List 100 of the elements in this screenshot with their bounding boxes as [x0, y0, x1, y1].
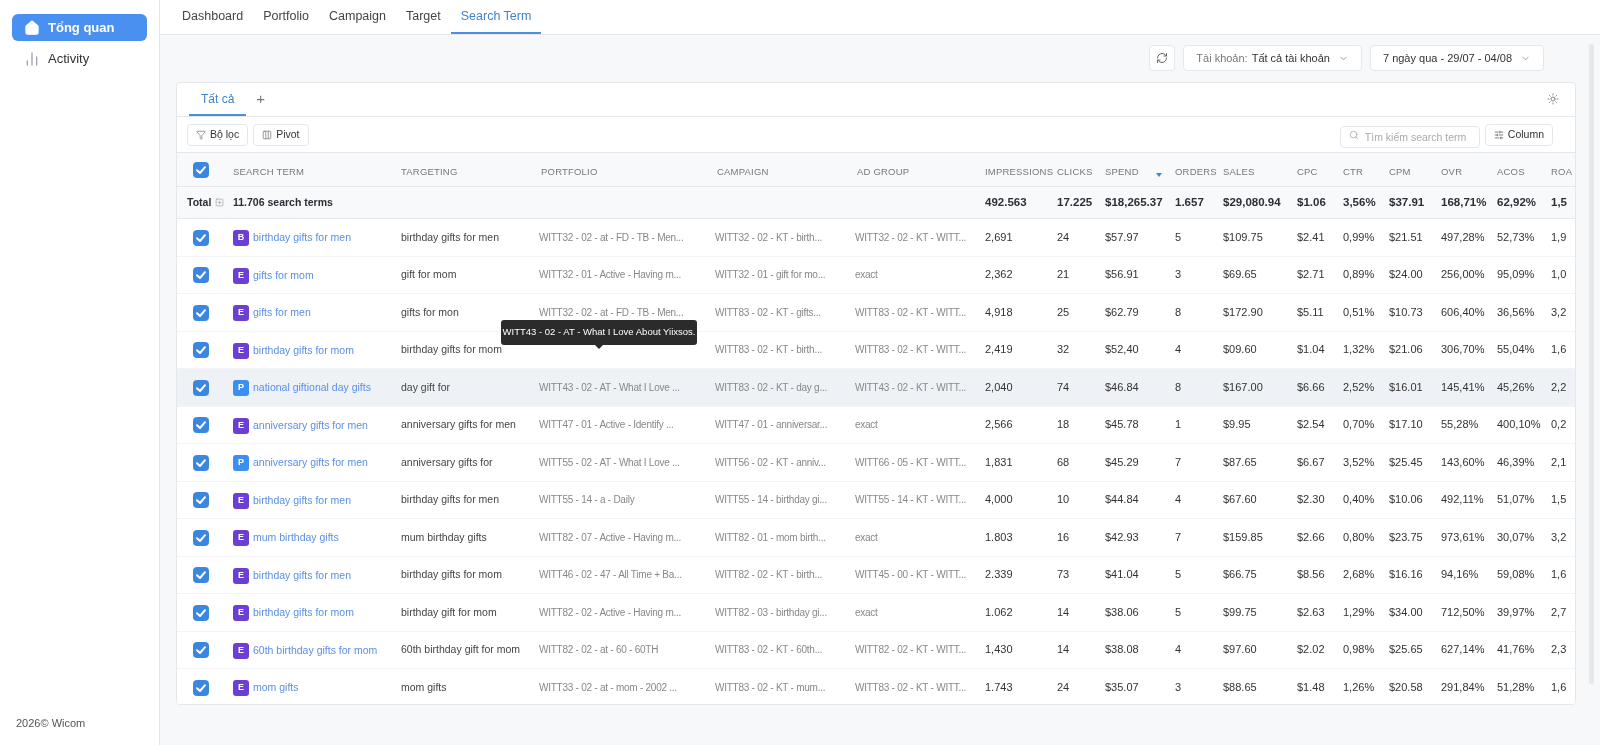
- table-cell: 41,76%: [1497, 643, 1535, 656]
- column-header[interactable]: AD GROUP: [857, 164, 910, 179]
- checkbox[interactable]: [193, 529, 209, 546]
- checkbox[interactable]: [193, 454, 209, 471]
- table-cell: WITT66 - 05 - KT - WITT...: [855, 456, 967, 468]
- search-term-link[interactable]: gifts for men: [253, 305, 311, 321]
- table-cell: 627,14%: [1441, 643, 1485, 656]
- pivot-button[interactable]: Pivot: [253, 123, 309, 146]
- table-cell: 712,50%: [1441, 605, 1485, 618]
- table-cell: $52,40: [1105, 343, 1139, 356]
- search-term-link[interactable]: mom gifts: [253, 680, 299, 696]
- total-cell: $37.91: [1389, 195, 1425, 208]
- column-header[interactable]: CLICKS: [1057, 164, 1093, 179]
- column-header[interactable]: SPEND: [1105, 164, 1139, 179]
- table-cell: WITT83 - 02 - KT - WITT...: [855, 681, 967, 693]
- search-term-link[interactable]: national giftional day gifts: [253, 380, 371, 396]
- checkbox[interactable]: [193, 267, 209, 284]
- table-cell: 5: [1175, 568, 1182, 581]
- search-term-link[interactable]: birthday gifts for men: [253, 230, 352, 246]
- table-cell: WITT55 - 14 - KT - WITT...: [855, 494, 967, 506]
- column-header[interactable]: ORDERS: [1175, 164, 1217, 179]
- table-row[interactable]: E mom gifts mom gifts WITT33 - 02 - at - mom - 2002 ... WITT83 - 02 - KT - mum... WITT83 - 02 - KT - WITT... 1.743 24 $35.07 3 $88.65 $1.48 1,26% $20.58 291,84% 51,28% 1,6: [177, 668, 1575, 704]
- table-row[interactable]: E gifts for mom gift for mom WITT32 - 01 - Active - Having m... WITT32 - 01 - gift for mo... exact 2,362 21 $56.91 3 $69.65 $2.71 0,89% $24.00 256,00% 95,09% 1,0: [177, 256, 1575, 294]
- search-term-link[interactable]: anniversary gifts for men: [253, 417, 368, 434]
- column-header[interactable]: TARGETING: [401, 164, 458, 179]
- add-tab-button[interactable]: +: [246, 83, 276, 116]
- table-cell: 0,51%: [1343, 305, 1375, 318]
- table-cell: $99.75: [1223, 605, 1257, 618]
- table-cell: 2.339: [985, 568, 1013, 581]
- column-button[interactable]: Column: [1484, 123, 1553, 146]
- table-cell: 51,07%: [1497, 493, 1535, 506]
- table-cell: 25: [1057, 305, 1070, 318]
- column-header[interactable]: CPC: [1297, 164, 1318, 179]
- search-term-link[interactable]: birthday gifts for men: [253, 567, 352, 584]
- column-header[interactable]: ACOS: [1497, 164, 1525, 179]
- nav-tab[interactable]: Portfolio: [253, 0, 319, 34]
- checkbox[interactable]: [193, 604, 209, 621]
- view-tab[interactable]: Tất cả: [189, 83, 247, 116]
- table-cell: 74: [1057, 380, 1070, 393]
- checkbox[interactable]: [193, 379, 209, 396]
- match-type-badge: E: [233, 342, 249, 359]
- column-header[interactable]: CPM: [1389, 164, 1411, 179]
- column-header[interactable]: CTR: [1343, 164, 1364, 179]
- sort-icon[interactable]: [1155, 171, 1163, 179]
- table-cell: 73: [1057, 568, 1070, 581]
- column-header[interactable]: CAMPAIGN: [717, 164, 769, 179]
- checkbox[interactable]: [193, 492, 209, 509]
- checkbox[interactable]: [193, 679, 209, 696]
- refresh-button[interactable]: [1149, 45, 1176, 71]
- search-term-link[interactable]: mum birthday gifts: [253, 530, 339, 546]
- settings-icon[interactable]: [1547, 93, 1559, 105]
- table-cell: 3: [1175, 680, 1182, 693]
- column-header[interactable]: IMPRESSIONS: [985, 164, 1054, 179]
- match-type-badge: E: [233, 417, 249, 434]
- table-row[interactable]: E birthday gifts for men birthday gifts for mom WITT46 - 02 - 47 - All Time + Ba... WITT82 - 02 - KT - birth... WITT45 - 00 - KT - WITT... 2.339 73 $41.04 5 $66.75 $8.56 2,68% $16.16 94,16% 59,08% 1,6: [177, 556, 1575, 594]
- table-row[interactable]: E anniversary gifts for men anniversary gifts for men WITT47 - 01 - Active - Identify ... WITT47 - 01 - anniversar... exact 2,566 18 $45.78 1 $9.95 $2.54 0,70% $17.10 55,28% 400,10% 0,2: [177, 406, 1575, 444]
- nav-tab[interactable]: Search Term: [450, 0, 542, 34]
- search-term-link[interactable]: anniversary gifts for men: [253, 455, 368, 471]
- table-row[interactable]: E birthday gifts for mom birthday gift for mom WITT82 - 02 - Active - Having m... WITT82 - 03 - birthday gi... exact 1.062 14 $38.06 5 $99.75 $2.63 1,29% $34.00 712,50% 39,97% 2,7: [177, 593, 1575, 631]
- account-dropdown[interactable]: Tài khoản: Tất cả tài khoản: [1183, 45, 1362, 71]
- checkbox[interactable]: [193, 642, 209, 659]
- filter-icon: [196, 129, 206, 140]
- column-header[interactable]: ROA: [1551, 164, 1573, 179]
- checkbox[interactable]: [193, 162, 209, 179]
- nav-tab[interactable]: Campaign: [319, 0, 396, 34]
- table-row[interactable]: E mum birthday gifts mum birthday gifts WITT82 - 07 - Active - Having m... WITT82 - 01 - mom birth... exact 1.803 16 $42.93 7 $159.85 $2.66 0,80% $23.75 973,61% 30,07% 3,2: [177, 518, 1575, 556]
- column-header[interactable]: SALES: [1223, 164, 1255, 179]
- nav-tab[interactable]: Dashboard: [172, 0, 254, 34]
- search-term-link[interactable]: 60th birthday gifts for mom: [253, 642, 378, 659]
- footer-text: 2026© Wicom: [15, 715, 87, 731]
- table-cell: $17.10: [1389, 418, 1423, 431]
- search-term-link[interactable]: gifts for mom: [253, 267, 314, 284]
- table-row[interactable]: E birthday gifts for men birthday gifts for men WITT55 - 14 - a - Daily WITT55 - 14 - birthday gi... WITT55 - 14 - KT - WITT... 4,000 10 $44.84 4 $67.60 $2.30 0,40% $10.06 492,11% 51,07% 1,5: [177, 481, 1575, 519]
- sidebar-item[interactable]: Tổng quan: [12, 14, 147, 41]
- column-header[interactable]: SEARCH TERM: [233, 164, 305, 179]
- date-range-dropdown[interactable]: 7 ngày qua - 29/07 - 04/08: [1369, 45, 1544, 71]
- search-term-link[interactable]: birthday gifts for mom: [253, 342, 354, 359]
- checkbox[interactable]: [193, 342, 209, 359]
- total-cell: $18,265.37: [1105, 195, 1163, 208]
- table-cell: 16: [1057, 530, 1070, 543]
- sidebar-item[interactable]: Activity: [12, 45, 147, 72]
- search-term-link[interactable]: birthday gifts for mom: [253, 605, 354, 621]
- total-cell: 168,71%: [1441, 195, 1487, 208]
- table-cell: 1,0: [1551, 268, 1567, 281]
- checkbox[interactable]: [193, 417, 209, 434]
- table-cell: WITT82 - 03 - birthday gi...: [715, 606, 827, 618]
- table-cell: 0,89%: [1343, 268, 1375, 281]
- column-header[interactable]: OVR: [1441, 164, 1463, 179]
- search-field[interactable]: Tìm kiếm search term: [1339, 125, 1480, 148]
- table-cell: $172.90: [1223, 305, 1263, 318]
- checkbox[interactable]: [193, 229, 209, 246]
- checkbox[interactable]: [193, 304, 209, 321]
- table-cell: $66.75: [1223, 568, 1257, 581]
- checkbox[interactable]: [193, 567, 209, 584]
- column-header[interactable]: PORTFOLIO: [541, 164, 598, 179]
- filter-button[interactable]: Bộ lọc: [187, 123, 249, 146]
- search-term-link[interactable]: birthday gifts for men: [253, 492, 352, 509]
- nav-tab[interactable]: Target: [396, 0, 451, 34]
- match-type-badge: E: [233, 642, 249, 659]
- table-cell: 7: [1175, 530, 1182, 543]
